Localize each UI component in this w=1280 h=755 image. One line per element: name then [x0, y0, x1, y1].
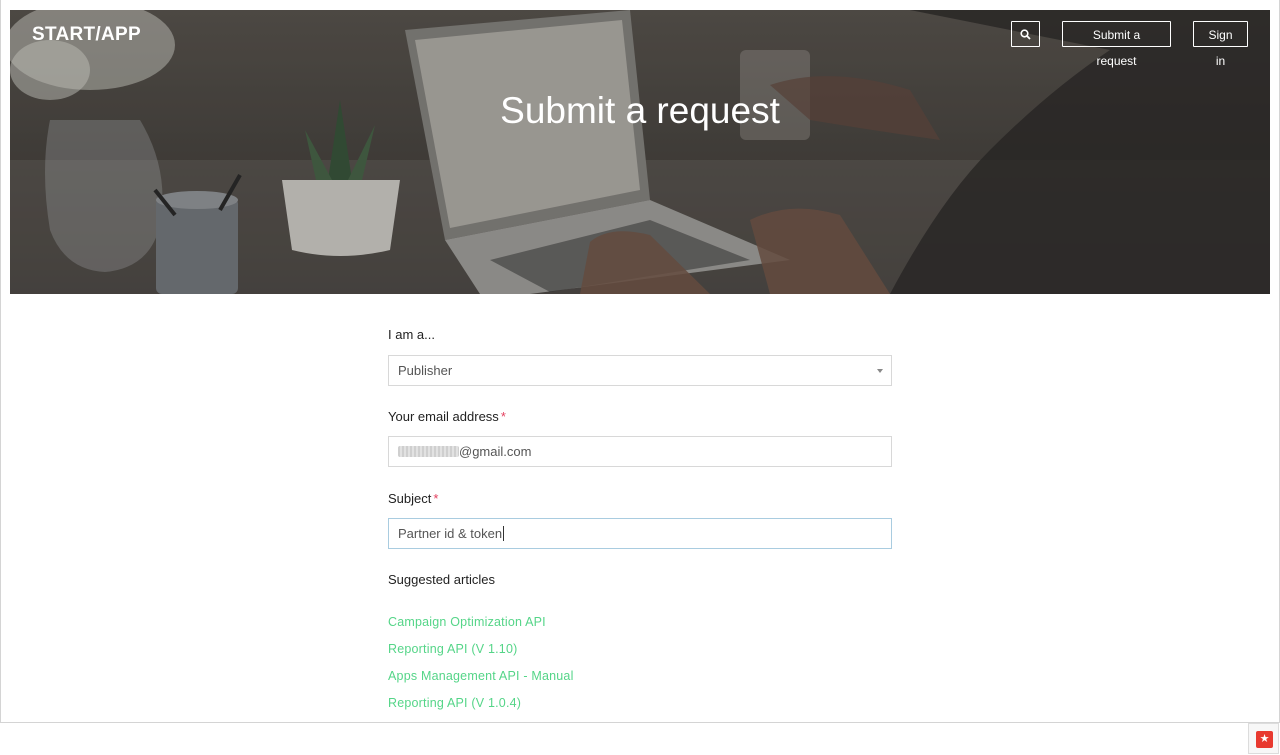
star-icon: ★: [1256, 731, 1273, 748]
subject-field-value: Partner id & token: [398, 526, 503, 541]
role-select-value: Publisher: [398, 363, 453, 378]
subject-field[interactable]: Partner id & token: [388, 518, 892, 549]
startapp-logo[interactable]: START/APP: [32, 24, 141, 46]
search-button[interactable]: [1011, 21, 1040, 47]
suggested-article-link[interactable]: Reporting API (V 1.10): [388, 642, 517, 656]
hero-background-image: [10, 10, 1270, 294]
required-mark: *: [500, 409, 506, 424]
chevron-down-icon: [877, 369, 883, 373]
text-cursor: [503, 526, 505, 542]
hero-banner: START/APP Submit a request Sign in Submi…: [10, 10, 1270, 294]
page-title: Submit a request: [500, 90, 780, 131]
subject-label: Subject *: [388, 491, 438, 506]
required-mark: *: [433, 491, 439, 506]
email-field-value: @gmail.com: [459, 444, 532, 459]
email-field[interactable]: @gmail.com: [388, 436, 892, 467]
role-label: I am a...: [388, 327, 435, 342]
email-label-text: Your email address: [388, 409, 499, 424]
suggested-article-link[interactable]: Reporting API (V 1.0.4): [388, 696, 521, 710]
redacted-text: [398, 446, 459, 458]
subject-label-text: Subject: [388, 491, 432, 506]
extension-badge[interactable]: ★: [1248, 723, 1279, 754]
suggested-articles-heading: Suggested articles: [388, 572, 495, 587]
suggested-article-link[interactable]: Campaign Optimization API: [388, 615, 546, 629]
suggested-article-link[interactable]: Apps Management API - Manual: [388, 669, 574, 683]
role-select[interactable]: Publisher: [388, 355, 892, 386]
sign-in-button[interactable]: Sign in: [1193, 21, 1248, 68]
submit-request-button[interactable]: Submit a request: [1062, 21, 1171, 68]
search-icon: [1020, 29, 1031, 40]
email-label: Your email address *: [388, 409, 506, 424]
